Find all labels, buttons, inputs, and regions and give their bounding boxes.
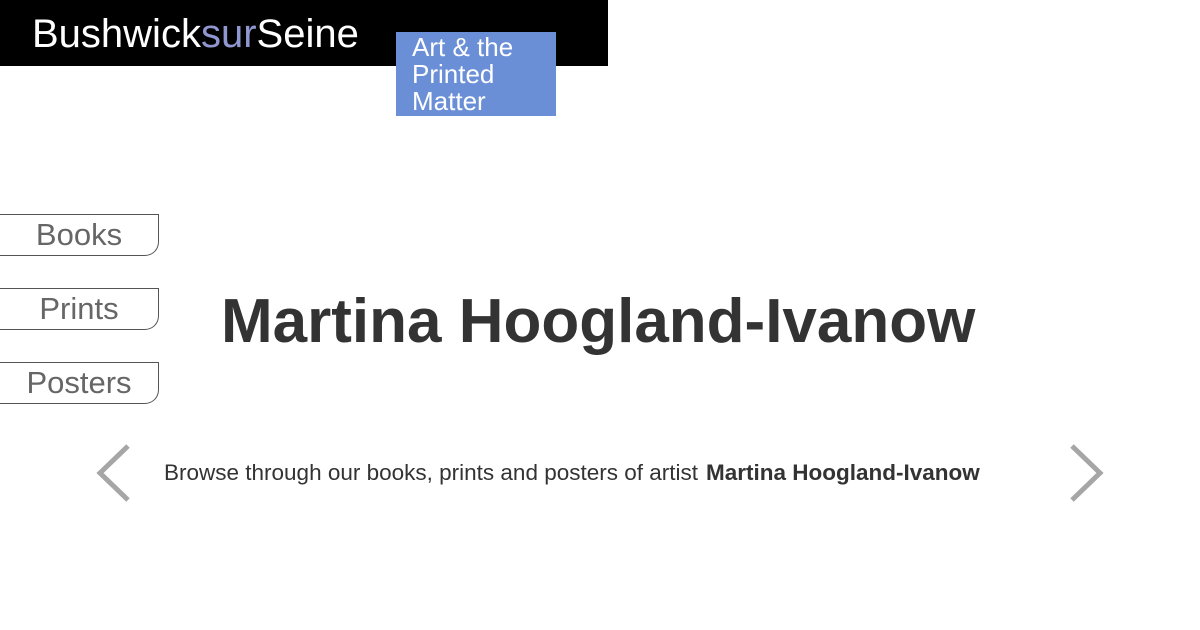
books-button[interactable]: Books bbox=[0, 214, 159, 256]
chevron-left-icon bbox=[96, 444, 130, 502]
brand-logo[interactable]: BushwicksurSeine bbox=[32, 11, 359, 57]
browse-description: Browse through our books, prints and pos… bbox=[164, 459, 980, 487]
brand-name-part1: Bushwick bbox=[32, 12, 201, 56]
brand-name-part3: Seine bbox=[256, 12, 359, 56]
artist-title: Martina Hoogland-Ivanow bbox=[221, 287, 976, 356]
browse-artist-name: Martina Hoogland-Ivanow bbox=[706, 460, 980, 485]
previous-arrow-button[interactable] bbox=[92, 444, 132, 504]
category-nav: Books Prints Posters bbox=[0, 214, 159, 436]
chevron-right-icon bbox=[1070, 444, 1104, 502]
posters-button[interactable]: Posters bbox=[0, 362, 159, 404]
browse-text: Browse through our books, prints and pos… bbox=[164, 460, 699, 485]
prints-button[interactable]: Prints bbox=[0, 288, 159, 330]
brand-name-accent: sur bbox=[200, 12, 257, 56]
tagline-badge: Art & the Printed Matter bbox=[396, 32, 556, 116]
page: BushwicksurSeine Art & the Printed Matte… bbox=[0, 0, 1200, 630]
next-arrow-button[interactable] bbox=[1068, 444, 1108, 504]
